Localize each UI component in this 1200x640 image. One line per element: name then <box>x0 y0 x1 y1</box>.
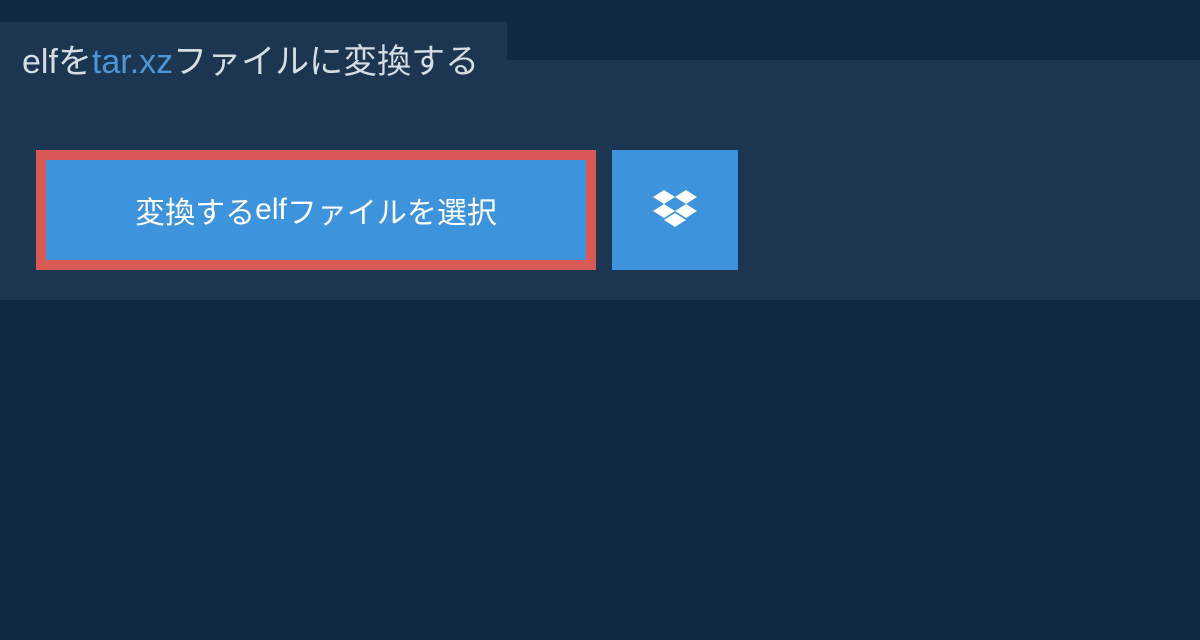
dropbox-icon <box>653 190 697 230</box>
title-box: elfをtar.xzファイルに変換する <box>0 22 507 102</box>
select-button-format: elf <box>255 193 287 227</box>
title-text-1: を <box>58 43 92 81</box>
title-text-2: ファイルに変換する <box>173 43 479 81</box>
select-button-suffix: ファイルを選択 <box>287 188 497 232</box>
select-file-button[interactable]: 変換するelfファイルを選択 <box>36 150 596 270</box>
buttons-row: 変換するelfファイルを選択 <box>0 102 1200 270</box>
destination-format: tar.xz <box>92 43 173 81</box>
main-panel: elfをtar.xzファイルに変換する 変換するelfファイルを選択 <box>0 60 1200 300</box>
dropbox-button[interactable] <box>612 150 738 270</box>
select-button-prefix: 変換する <box>135 188 255 232</box>
source-format: elf <box>22 43 58 81</box>
page-title: elfをtar.xzファイルに変換する <box>22 40 479 84</box>
